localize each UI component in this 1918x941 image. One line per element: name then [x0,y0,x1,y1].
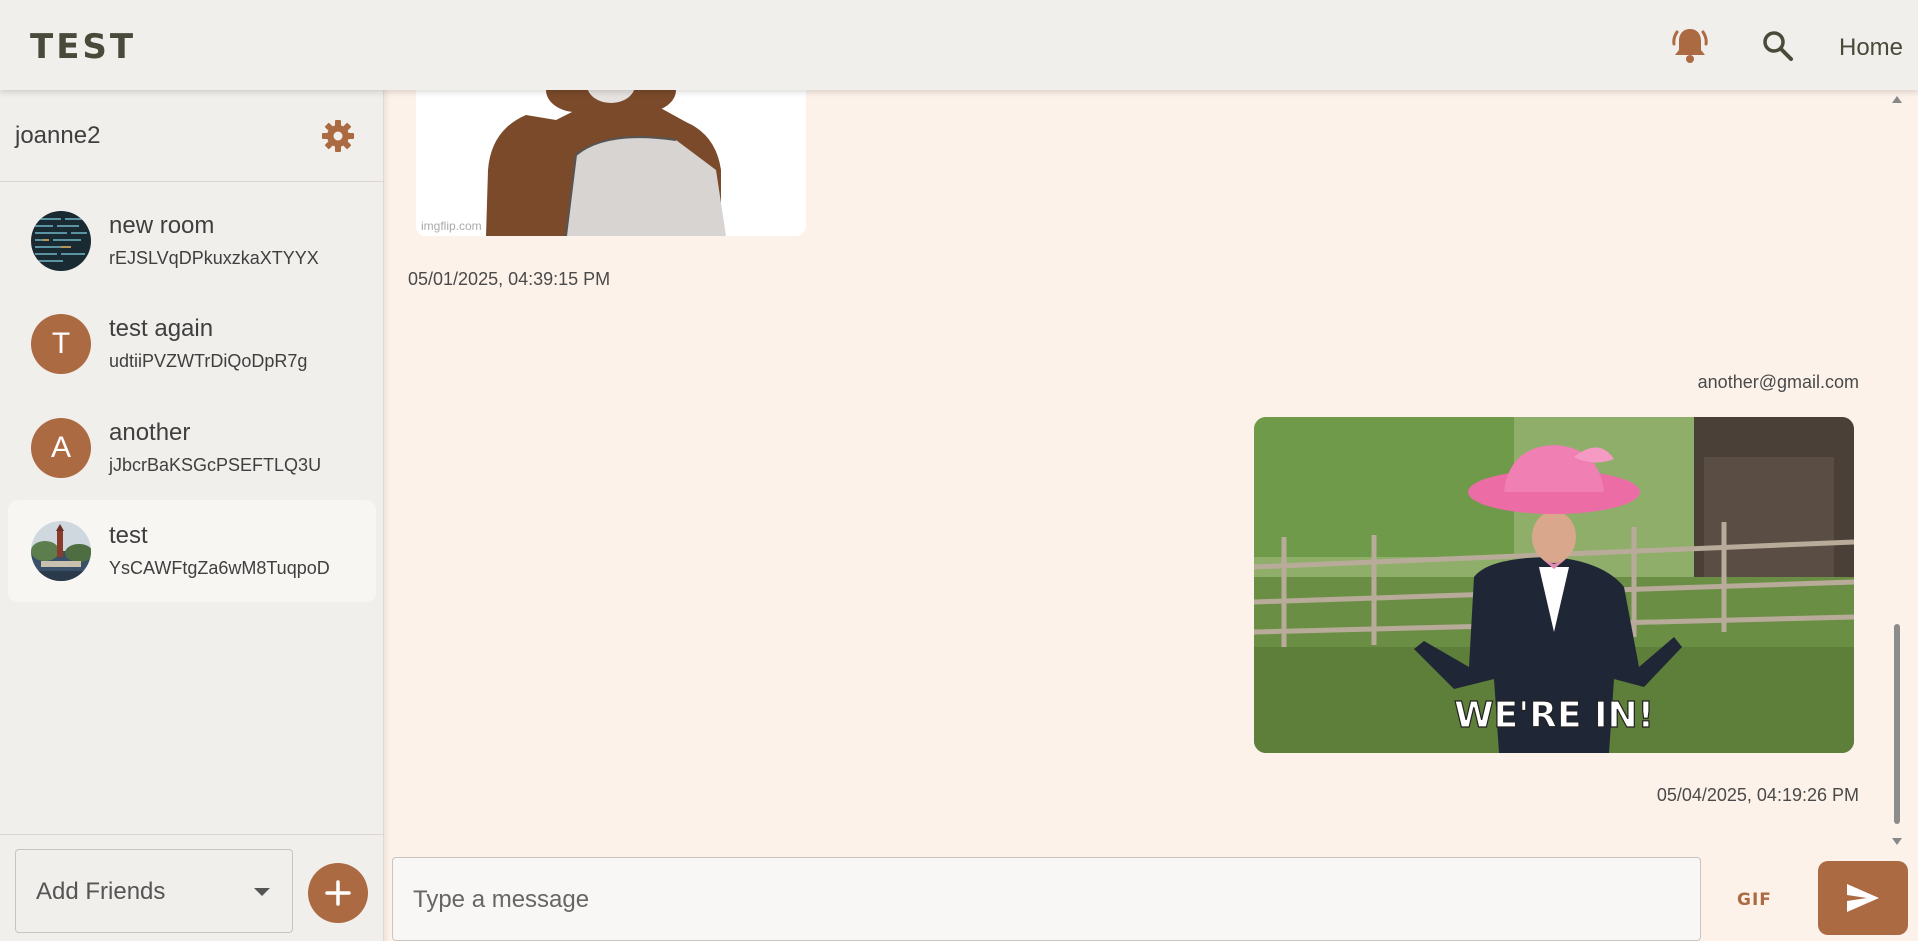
message-gif[interactable]: WE'RE IN! [1254,417,1854,753]
scrollbar-thumb[interactable] [1894,624,1900,824]
room-id: jJbcrBaKSGcPSEFTLQ3U [109,455,322,475]
app-logo[interactable]: TEST [30,27,136,67]
current-user-row: joanne2 [0,90,384,182]
gif-button[interactable]: GIF [1737,890,1772,910]
plus-icon [325,880,351,906]
chevron-down-icon [254,888,270,896]
add-friends-select[interactable]: Add Friends [15,849,293,933]
send-button[interactable] [1818,861,1908,935]
username: joanne2 [15,122,101,149]
room-id: YsCAWFtgZa6wM8TuqpoD [109,558,330,578]
room-item-test-again[interactable]: T test again udtiiPVZWTrDiQoDpR7g [8,293,376,395]
room-avatar [31,521,91,581]
top-app-bar: TEST Home [0,0,1918,90]
bell-icon[interactable] [1672,26,1708,64]
room-name: test [109,522,148,549]
sidebar-footer: Add Friends [0,834,384,941]
room-item-new-room[interactable]: new room rEJSLVqDPkuxzkaXTYYX [8,190,376,292]
room-item-test[interactable]: test YsCAWFtgZa6wM8TuqpoD [8,500,376,602]
gear-icon[interactable] [321,119,355,153]
room-id: rEJSLVqDPkuxzkaXTYYX [109,248,319,268]
send-icon [1847,884,1879,912]
home-link[interactable]: Home [1839,34,1903,62]
add-friends-label: Add Friends [36,878,166,905]
room-avatar [31,211,91,271]
message-list: imgflip.com 05/01/2025, 04:39:15 PM anot… [390,90,1888,852]
message-timestamp: 05/04/2025, 04:19:26 PM [1656,785,1859,805]
message-timestamp: 05/01/2025, 04:39:15 PM [408,269,611,289]
room-name: new room [109,212,215,239]
room-sidebar: joanne2 new room rEJSLVqDPkuxzkaXTYYX T … [0,90,384,941]
message-sender: another@gmail.com [1697,372,1859,392]
search-icon[interactable] [1762,30,1794,62]
message-input[interactable] [413,882,1673,918]
gif-caption: WE'RE IN! [1454,695,1654,736]
room-id: udtiiPVZWTrDiQoDpR7g [109,351,308,371]
scroll-up-arrow-icon[interactable] [1892,96,1902,103]
room-item-another[interactable]: A another jJbcrBaKSGcPSEFTLQ3U [8,397,376,499]
image-watermark: imgflip.com [421,219,482,233]
message-composer [392,857,1701,941]
chat-scrollbar[interactable] [1888,90,1906,852]
room-avatar: T [31,314,91,374]
room-name: test again [109,315,214,342]
scroll-down-arrow-icon[interactable] [1892,838,1902,845]
room-name: another [109,419,191,446]
message-image[interactable]: imgflip.com [416,90,806,236]
room-avatar: A [31,418,91,478]
add-friend-button[interactable] [308,863,368,923]
